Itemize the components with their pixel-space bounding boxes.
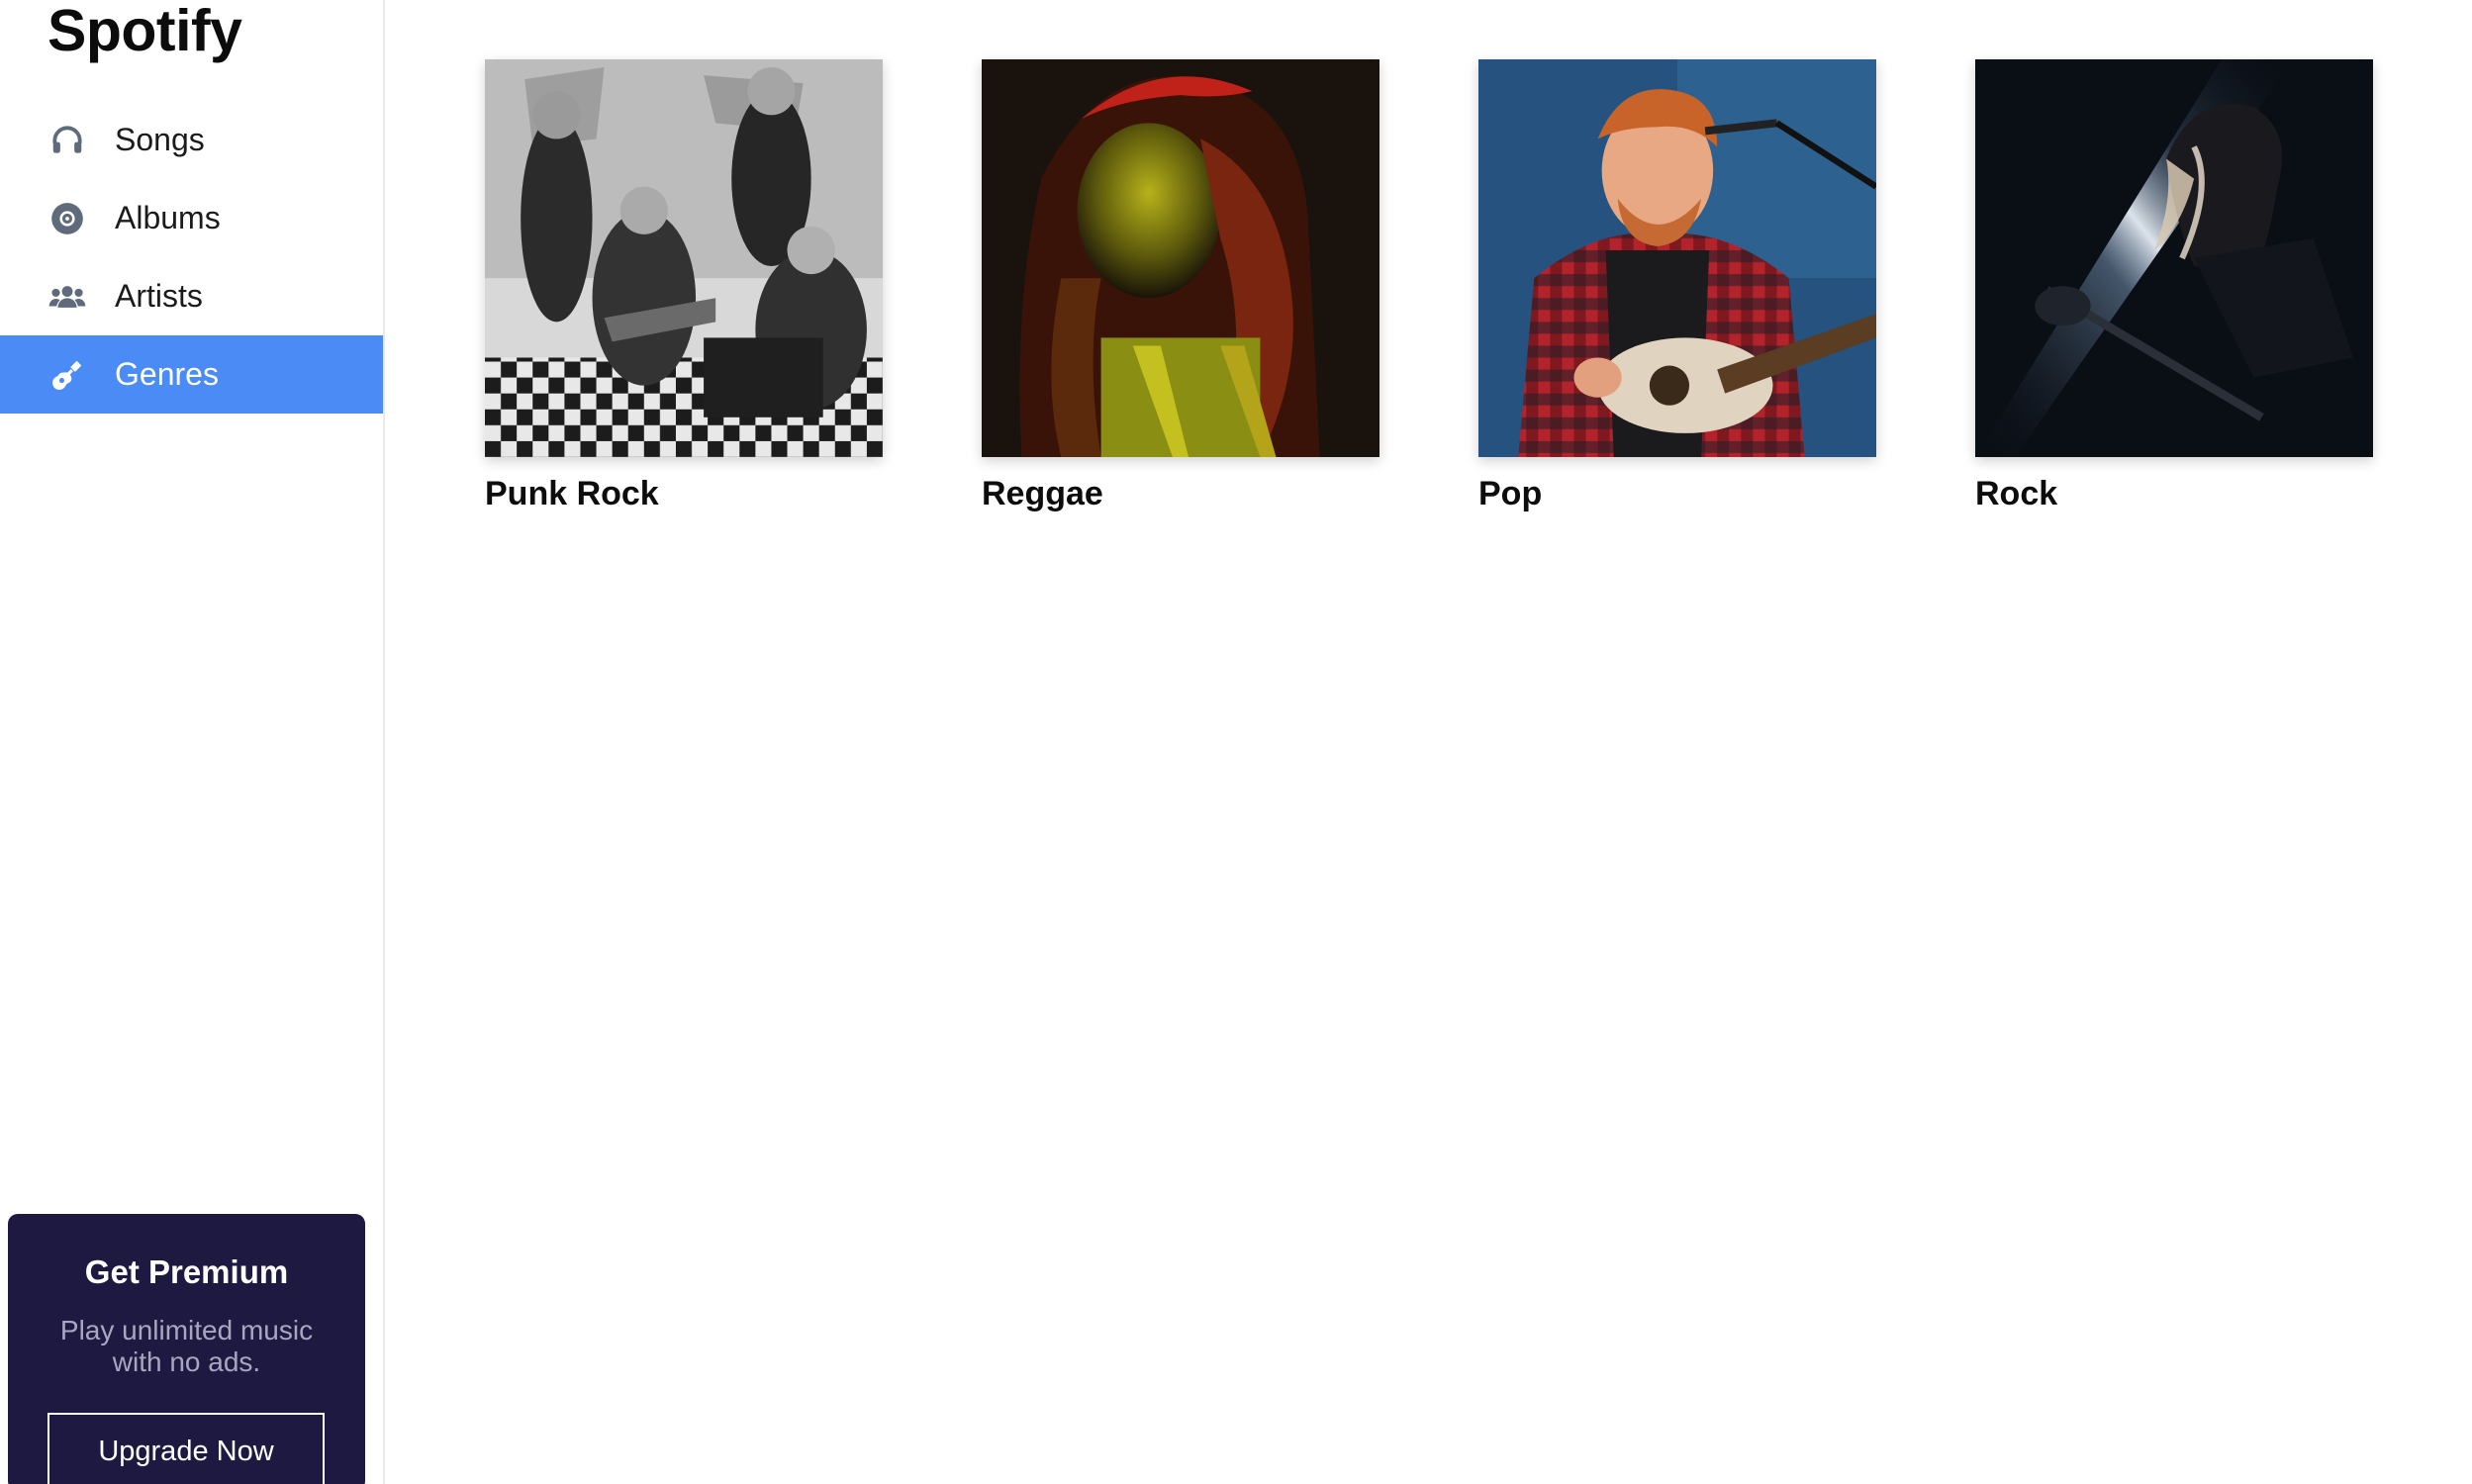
sidebar-nav: Songs Albums Artists Genres <box>0 101 383 414</box>
brand-logo[interactable]: Spotify <box>48 0 242 61</box>
genre-card-punk-rock[interactable]: Punk Rock <box>485 59 883 513</box>
pop-photo <box>1478 59 1876 457</box>
punk-rock-photo <box>485 59 883 457</box>
premium-card: Get Premium Play unlimited music with no… <box>8 1214 365 1484</box>
sidebar-item-label: Artists <box>115 278 203 314</box>
premium-description: Play unlimited music with no ads. <box>59 1315 314 1377</box>
sidebar-item-songs[interactable]: Songs <box>0 101 383 179</box>
sidebar-item-albums[interactable]: Albums <box>0 179 383 257</box>
genre-name: Punk Rock <box>485 475 659 512</box>
reggae-photo <box>982 59 1379 457</box>
premium-title: Get Premium <box>84 1253 289 1290</box>
guitar-icon <box>48 355 87 395</box>
genre-card-pop[interactable]: Pop <box>1478 59 1876 513</box>
sidebar-item-genres[interactable]: Genres <box>0 335 383 414</box>
genre-name: Rock <box>1975 475 2058 512</box>
genre-card-reggae[interactable]: Reggae <box>982 59 1379 513</box>
rock-photo <box>1975 59 2373 457</box>
sidebar-item-artists[interactable]: Artists <box>0 257 383 335</box>
sidebar-item-label: Genres <box>115 356 219 392</box>
sidebar-item-label: Songs <box>115 122 205 157</box>
headphones-icon <box>48 121 87 160</box>
users-icon <box>48 277 87 317</box>
app-root: Spotify Songs Albums Artists Genres Get … <box>0 0 2472 1484</box>
genre-name: Pop <box>1478 475 1543 512</box>
sidebar-item-label: Albums <box>115 200 221 235</box>
genre-name: Reggae <box>982 475 1103 512</box>
upgrade-now-button[interactable]: Upgrade Now <box>48 1413 325 1484</box>
disc-icon <box>48 199 87 238</box>
genre-card-rock[interactable]: Rock <box>1975 59 2373 513</box>
genres-grid: Punk Rock Reggae Pop Rock <box>385 0 2472 1484</box>
sidebar: Spotify Songs Albums Artists Genres Get … <box>0 0 385 1484</box>
